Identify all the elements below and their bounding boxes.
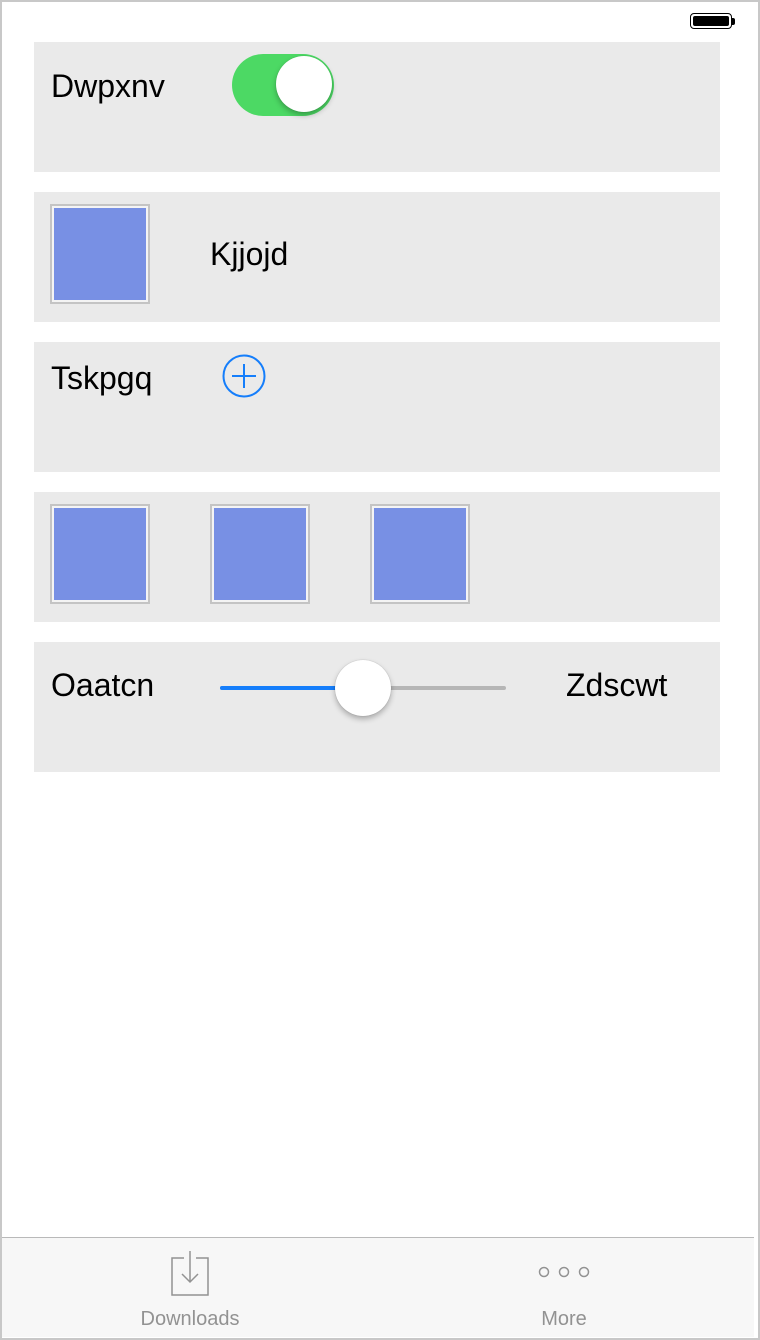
add-row-label: Tskpgq <box>51 360 153 396</box>
tab-more[interactable]: More <box>464 1238 664 1337</box>
tab-label: More <box>541 1308 587 1330</box>
add-button[interactable] <box>222 354 266 398</box>
slider[interactable] <box>220 660 506 716</box>
image-grid-row <box>34 492 720 622</box>
slider-thumb[interactable] <box>335 660 391 716</box>
slider-min-label: Oaatcn <box>51 667 155 703</box>
image-row-label: Kjjojd <box>210 236 289 272</box>
toggle-row-label: Dwpxnv <box>51 68 165 104</box>
toggle-row: Dwpxnv <box>34 42 720 172</box>
image-thumbnail <box>370 504 470 604</box>
add-row: Tskpgq <box>34 342 720 472</box>
tab-bar: Downloads More <box>2 1237 754 1337</box>
battery-full-icon <box>690 13 735 31</box>
plus-circle-icon <box>222 354 266 398</box>
download-icon <box>171 1251 209 1296</box>
image-row: Kjjojd <box>34 192 720 322</box>
image-thumbnail <box>50 504 150 604</box>
toggle-switch[interactable] <box>232 54 334 116</box>
tab-downloads[interactable]: Downloads <box>90 1238 290 1337</box>
tab-label: Downloads <box>140 1308 240 1330</box>
image-thumbnail <box>50 204 150 304</box>
slider-max-label: Zdscwt <box>566 667 668 703</box>
image-thumbnail <box>210 504 310 604</box>
more-dots-icon <box>538 1266 590 1278</box>
toggle-knob <box>276 56 332 112</box>
slider-row: Oaatcn Zdscwt <box>34 642 720 772</box>
